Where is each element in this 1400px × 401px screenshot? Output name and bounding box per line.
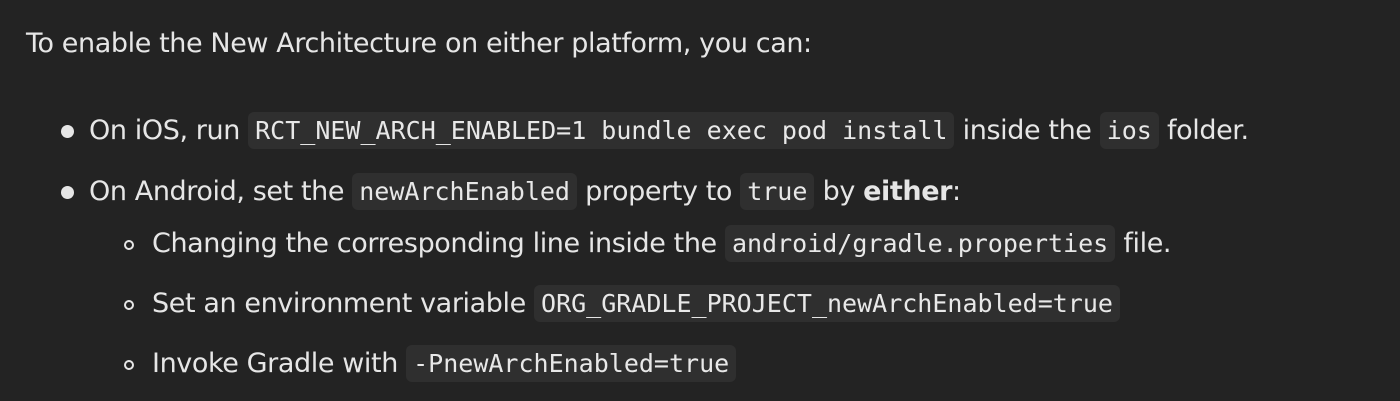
new-arch-enabled-code: newArchEnabled	[352, 173, 577, 210]
android-text-after: :	[952, 176, 961, 207]
android-text-middle: property to	[576, 176, 741, 207]
bullet-circle	[124, 360, 134, 370]
android-text-before: On Android, set the	[89, 176, 353, 207]
sub3-text-before: Invoke Gradle with	[152, 348, 407, 379]
bullet-disc	[61, 186, 74, 199]
sub-item-gradle-flag: Invoke Gradle with -PnewArchEnabled=true	[152, 344, 737, 384]
android-text-middle2: by	[814, 176, 864, 207]
sub1-text-after: file.	[1115, 228, 1172, 259]
ios-text-middle: inside the	[954, 115, 1100, 146]
ios-text-before: On iOS, run	[89, 115, 249, 146]
list-item-ios: On iOS, run RCT_NEW_ARCH_ENABLED=1 bundl…	[89, 111, 1249, 151]
true-code: true	[740, 173, 815, 210]
either-emphasis: either	[863, 176, 953, 207]
sub1-text-before: Changing the corresponding line inside t…	[152, 228, 725, 259]
bullet-disc	[61, 125, 74, 138]
gradle-properties-code: android/gradle.properties	[724, 225, 1116, 262]
bullet-circle	[124, 300, 134, 310]
sub-item-env-variable: Set an environment variable ORG_GRADLE_P…	[152, 284, 1120, 324]
ios-text-after: folder.	[1158, 115, 1249, 146]
bullet-circle	[124, 240, 134, 250]
env-variable-code: ORG_GRADLE_PROJECT_newArchEnabled=true	[534, 285, 1120, 322]
ios-pod-install-code: RCT_NEW_ARCH_ENABLED=1 bundle exec pod i…	[248, 112, 955, 149]
sub-item-gradle-properties: Changing the corresponding line inside t…	[152, 224, 1172, 264]
list-item-android: On Android, set the newArchEnabled prope…	[89, 172, 961, 212]
gradle-flag-code: -PnewArchEnabled=true	[406, 345, 737, 382]
intro-paragraph: To enable the New Architecture on either…	[26, 28, 812, 59]
sub2-text-before: Set an environment variable	[152, 288, 535, 319]
ios-folder-code: ios	[1099, 112, 1159, 149]
